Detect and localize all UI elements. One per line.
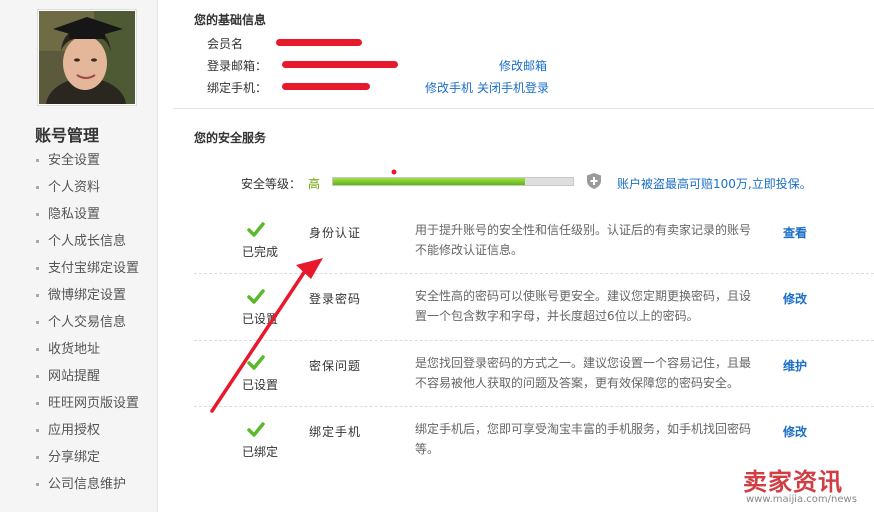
sidebar-item-label: 安全设置 [48, 153, 101, 168]
modify-email-link[interactable]: 修改邮箱 [499, 57, 547, 74]
modify-phone-link[interactable]: 修改手机 [425, 79, 473, 96]
member-name-label: 会员名 [207, 37, 244, 51]
security-question-name: 密保问题 [309, 359, 362, 373]
avatar-photo [39, 11, 135, 104]
sidebar-item-privacy[interactable]: 隐私设置 [36, 204, 139, 231]
identity-verification-desc: 用于提升账号的安全性和信任级别。认证后的有卖家记录的账号不能修改认证信息。 [415, 223, 752, 257]
watermark-logo: 卖家资讯 [743, 468, 843, 496]
bullet-icon [36, 483, 39, 486]
sidebar-item-address[interactable]: 收货地址 [36, 339, 139, 366]
sidebar-item-alipay[interactable]: 支付宝绑定设置 [36, 258, 139, 285]
bullet-icon [36, 213, 39, 216]
bullet-icon [36, 348, 39, 351]
bullet-icon [36, 240, 39, 243]
redaction-mark [282, 83, 370, 90]
bullet-icon [36, 294, 39, 297]
check-icon [247, 289, 265, 304]
identity-status: 已完成 [242, 245, 279, 259]
sidebar-item-profile[interactable]: 个人资料 [36, 177, 139, 204]
bound-phone-label: 绑定手机： [207, 81, 268, 95]
sidebar: 账号管理 安全设置 个人资料 隐私设置 个人成长信息 支付宝绑定设置 微博绑定设… [0, 0, 158, 512]
redaction-mark [282, 61, 398, 68]
sidebar-item-label: 应用授权 [48, 423, 101, 438]
bullet-icon [36, 186, 39, 189]
identity-verification-name: 身份认证 [309, 226, 362, 240]
row-divider [194, 340, 874, 341]
redaction-mark [276, 39, 362, 46]
bullet-icon [36, 429, 39, 432]
security-level-fill [333, 178, 525, 185]
check-icon [247, 355, 265, 370]
row-divider [194, 273, 874, 274]
modify-password-link[interactable]: 修改 [783, 290, 807, 307]
sidebar-item-app-auth[interactable]: 应用授权 [36, 420, 139, 447]
sidebar-item-weibo[interactable]: 微博绑定设置 [36, 285, 139, 312]
phone-binding-name: 绑定手机 [309, 425, 362, 439]
bullet-icon [36, 375, 39, 378]
sidebar-item-wangwang[interactable]: 旺旺网页版设置 [36, 393, 139, 420]
sidebar-item-label: 公司信息维护 [48, 477, 127, 492]
sidebar-item-company-info[interactable]: 公司信息维护 [36, 474, 139, 501]
sidebar-item-label: 隐私设置 [48, 207, 101, 222]
login-password-desc: 安全性高的密码可以使账号更安全。建议您定期更换密码，且设置一个包含数字和字母，并… [415, 289, 752, 323]
sidebar-item-reminders[interactable]: 网站提醒 [36, 366, 139, 393]
shield-icon [587, 173, 601, 189]
sidebar-item-security[interactable]: 安全设置 [36, 150, 139, 177]
view-identity-link[interactable]: 查看 [783, 224, 807, 241]
sidebar-item-label: 个人交易信息 [48, 315, 127, 330]
phone-binding-desc: 绑定手机后，您即可享受淘宝丰富的手机服务，如手机找回密码等。 [415, 422, 752, 456]
bullet-icon [36, 267, 39, 270]
sidebar-item-label: 网站提醒 [48, 369, 101, 384]
insurance-link[interactable]: 账户被盗最高可赔100万,立即投保。 [617, 175, 812, 192]
security-level-bar [332, 177, 574, 186]
password-status: 已设置 [242, 312, 279, 326]
login-email-label: 登录邮箱： [207, 59, 268, 73]
login-password-name: 登录密码 [309, 292, 362, 306]
disable-phone-login-link[interactable]: 关闭手机登录 [477, 79, 549, 96]
account-management-title: 账号管理 [35, 126, 100, 145]
bullet-icon [36, 402, 39, 405]
section-divider [173, 108, 874, 109]
sidebar-item-growth[interactable]: 个人成长信息 [36, 231, 139, 258]
security-question-status: 已设置 [242, 378, 279, 392]
check-icon [247, 422, 265, 437]
avatar[interactable] [37, 9, 137, 106]
security-level-value: 高 [308, 177, 321, 191]
phone-binding-status: 已绑定 [242, 445, 279, 459]
bullet-icon [36, 456, 39, 459]
maintain-question-link[interactable]: 维护 [783, 357, 807, 374]
sidebar-item-share-binding[interactable]: 分享绑定 [36, 447, 139, 474]
sidebar-item-trade-info[interactable]: 个人交易信息 [36, 312, 139, 339]
sidebar-item-label: 旺旺网页版设置 [48, 396, 140, 411]
sidebar-item-label: 收货地址 [48, 342, 101, 357]
basic-info-title: 您的基础信息 [194, 13, 267, 27]
bullet-icon [36, 321, 39, 324]
sidebar-item-label: 个人资料 [48, 180, 101, 195]
watermark-url: www.maijia.com/news [746, 494, 857, 505]
sidebar-item-label: 支付宝绑定设置 [48, 261, 140, 276]
bullet-icon [36, 159, 39, 162]
sidebar-item-label: 微博绑定设置 [48, 288, 127, 303]
security-services-title: 您的安全服务 [194, 131, 267, 145]
row-divider [194, 406, 874, 407]
modify-phone-binding-link[interactable]: 修改 [783, 423, 807, 440]
check-icon [247, 222, 265, 237]
sidebar-menu: 安全设置 个人资料 隐私设置 个人成长信息 支付宝绑定设置 微博绑定设置 个人交… [36, 150, 139, 501]
security-question-desc: 是您找回登录密码的方式之一。建议您设置一个容易记住，且最不容易被他人获取的问题及… [415, 356, 752, 390]
security-level-label: 安全等级： [241, 177, 302, 191]
sidebar-item-label: 个人成长信息 [48, 234, 127, 249]
sidebar-item-label: 分享绑定 [48, 450, 101, 465]
